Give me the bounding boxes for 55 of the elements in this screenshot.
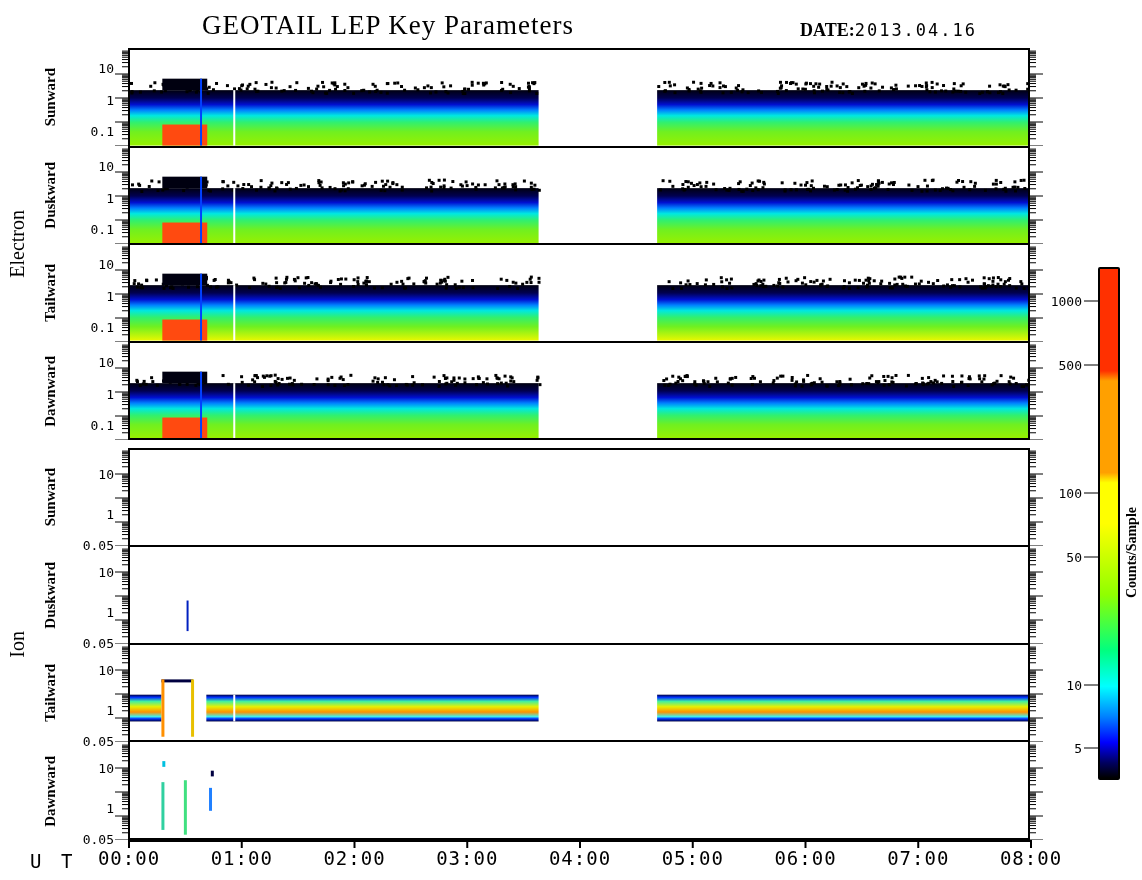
colorbar-tick-label: 5 <box>1074 741 1082 755</box>
x-tick-label: 00:00 <box>97 849 161 868</box>
y-tick-label: 1 <box>106 387 114 401</box>
y-tick-label: 0.1 <box>90 320 114 334</box>
y-tick-label: 0.05 <box>82 538 114 551</box>
colorbar-tick-label: 1000 <box>1050 294 1082 308</box>
y-tick-label: 0.05 <box>82 636 114 649</box>
y-tick-label: 0.05 <box>82 832 114 845</box>
group-label: Electron <box>5 210 29 278</box>
group-label: Ion <box>5 630 29 658</box>
y-tick-label: 0.05 <box>82 734 114 747</box>
x-tick-label: 02:00 <box>323 849 386 868</box>
x-tick-label: 05:00 <box>661 849 724 868</box>
y-tick-label: 10 <box>98 663 114 677</box>
colorbar-tick-label: 50 <box>1066 550 1082 564</box>
x-axis-label: U T <box>30 850 77 872</box>
x-tick-label: 06:00 <box>774 849 837 868</box>
panel-label: Duskward <box>41 161 59 229</box>
y-tick-label: 10 <box>98 61 114 75</box>
y-tick-label: 0.1 <box>90 222 114 236</box>
y-tick-label: 10 <box>98 159 114 173</box>
panel-label: Duskward <box>41 561 59 629</box>
x-tick-label: 08:00 <box>999 849 1063 868</box>
y-tick-label: 1 <box>106 703 114 717</box>
panel-label: Sunward <box>41 67 59 127</box>
y-tick-label: 1 <box>106 191 114 205</box>
y-tick-label: 0.1 <box>90 418 114 432</box>
date-label: DATE: <box>800 20 855 41</box>
y-tick-label: 1 <box>106 605 114 619</box>
spectrogram-drawing <box>186 600 189 632</box>
y-tick-label: 1 <box>106 801 114 815</box>
y-tick-label: 10 <box>98 257 114 271</box>
panel-label: Sunward <box>41 467 59 527</box>
chart-title: GEOTAIL LEP Key Parameters <box>202 10 575 41</box>
colorbar-tick-label: 100 <box>1058 486 1082 500</box>
y-tick-label: 10 <box>98 355 114 369</box>
colorbar-tick-label: 500 <box>1058 358 1082 372</box>
panel-label: Tailward <box>41 664 59 722</box>
x-tick-label: 01:00 <box>210 849 273 868</box>
panel-label: Dawnward <box>41 755 59 827</box>
y-tick-label: 0.1 <box>90 124 114 138</box>
panel-label: Dawnward <box>41 355 59 427</box>
y-tick-label: 10 <box>98 467 114 481</box>
colorbar-label: Counts/Sample <box>1124 507 1140 599</box>
y-tick-label: 1 <box>106 93 114 107</box>
x-tick-label: 07:00 <box>887 849 950 868</box>
x-tick-label: 03:00 <box>436 849 499 868</box>
x-tick-label: 04:00 <box>548 849 612 868</box>
colorbar-tick-label: 10 <box>1066 678 1082 692</box>
y-tick-label: 10 <box>98 761 114 775</box>
y-tick-label: 1 <box>106 289 114 303</box>
y-tick-label: 10 <box>98 565 114 579</box>
y-tick-label: 1 <box>106 507 114 521</box>
panel-label: Tailward <box>41 264 59 322</box>
date-value: 2013.04.16 <box>854 20 978 40</box>
